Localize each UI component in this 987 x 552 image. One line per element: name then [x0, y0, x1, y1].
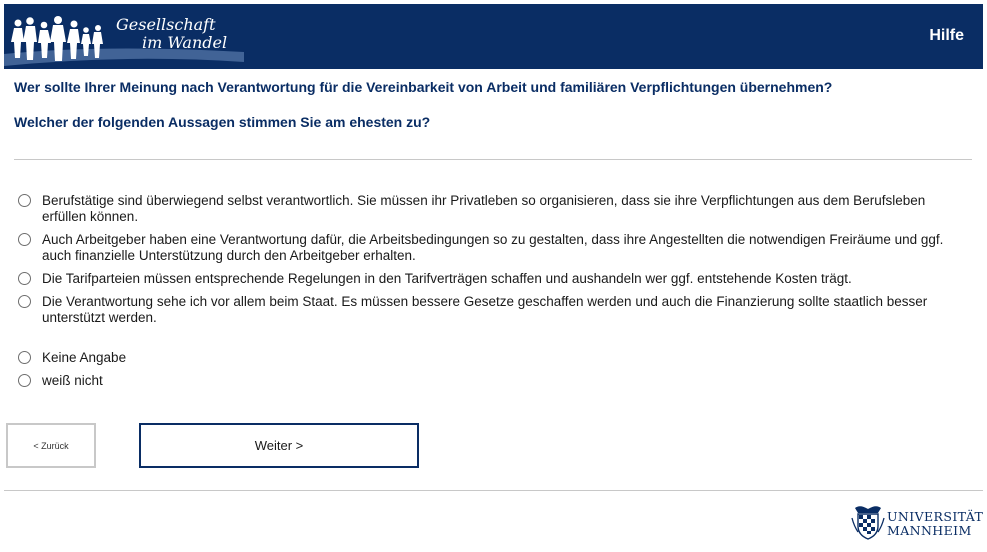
footer-divider: [4, 490, 983, 491]
option-state-responsible[interactable]: Die Verantwortung sehe ich vor allem bei…: [18, 294, 968, 325]
header-bar: Gesellschaft im Wandel Hilfe: [4, 4, 983, 69]
radio-button-icon[interactable]: [18, 194, 31, 207]
radio-button-icon[interactable]: [18, 233, 31, 246]
radio-button-icon[interactable]: [18, 295, 31, 308]
option-label: weiß nicht: [42, 373, 103, 388]
option-employer-responsible[interactable]: Auch Arbeitgeber haben eine Verantwortun…: [18, 232, 968, 263]
option-label: Keine Angabe: [42, 350, 127, 365]
university-name-line-1: UNIVERSITÄT: [887, 509, 984, 524]
university-logo: UNIVERSITÄT MANNHEIM: [851, 504, 985, 540]
option-no-answer[interactable]: Keine Angabe: [18, 350, 968, 366]
next-button[interactable]: Weiter >: [139, 423, 419, 468]
option-self-responsible[interactable]: Berufstätige sind überwiegend selbst ver…: [18, 193, 968, 224]
radio-button-icon[interactable]: [18, 272, 31, 285]
option-label: Auch Arbeitgeber haben eine Verantwortun…: [42, 232, 944, 263]
university-name: UNIVERSITÄT MANNHEIM: [887, 510, 983, 538]
help-link[interactable]: Hilfe: [929, 27, 964, 45]
logo-line-2: im Wandel: [142, 33, 228, 52]
university-crest-icon: [851, 506, 885, 540]
divider: [14, 159, 972, 160]
option-dont-know[interactable]: weiß nicht: [18, 373, 968, 389]
question-text: Wer sollte Ihrer Meinung nach Verantwort…: [14, 79, 833, 95]
question-instruction: Welcher der folgenden Aussagen stimmen S…: [14, 114, 431, 130]
radio-button-icon[interactable]: [18, 351, 31, 364]
option-label: Die Tarifparteien müssen entsprechende R…: [42, 271, 852, 286]
site-logo-text: Gesellschaft im Wandel: [116, 16, 227, 52]
option-label: Berufstätige sind überwiegend selbst ver…: [42, 193, 926, 224]
option-collective-bargaining[interactable]: Die Tarifparteien müssen entsprechende R…: [18, 271, 968, 287]
university-name-line-2: MANNHEIM: [887, 523, 972, 538]
option-label: Die Verantwortung sehe ich vor allem bei…: [42, 294, 928, 325]
logo-line-1: Gesellschaft: [116, 15, 216, 34]
back-button[interactable]: < Zurück: [6, 423, 96, 468]
radio-button-icon[interactable]: [18, 374, 31, 387]
